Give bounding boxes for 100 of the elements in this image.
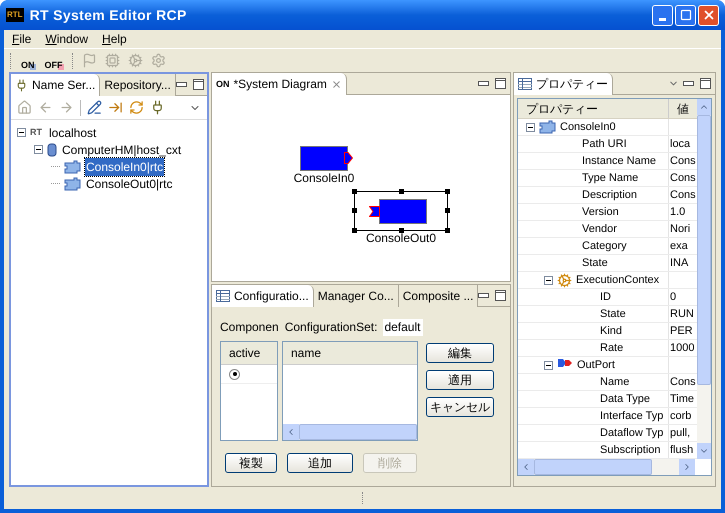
maximize-icon[interactable] xyxy=(495,290,506,301)
panel-tab[interactable]: プロパティー xyxy=(514,73,613,95)
plug-icon[interactable] xyxy=(150,100,165,115)
minimize-button[interactable] xyxy=(652,4,673,26)
property-value: Cons xyxy=(669,188,696,203)
property-name: ExecutionContex xyxy=(576,272,660,288)
window-title: RT System Editor RCP xyxy=(30,6,187,25)
property-name: ConsoleIn0 xyxy=(560,120,616,135)
property-name: Name xyxy=(600,374,630,390)
property-name: Description xyxy=(582,188,638,203)
collapse-icon[interactable] xyxy=(544,360,553,370)
dialog-button[interactable]: 複製 xyxy=(225,453,277,473)
maximize-icon[interactable] xyxy=(495,78,506,89)
stop-button[interactable]: OFF xyxy=(44,52,64,70)
property-value: RUN xyxy=(669,307,694,322)
start-button[interactable]: ON xyxy=(20,52,36,70)
property-value: Cons xyxy=(669,171,696,186)
input-port[interactable] xyxy=(369,206,380,216)
maximize-button[interactable] xyxy=(675,4,696,26)
property-name: Rate xyxy=(600,340,624,356)
minimize-icon[interactable] xyxy=(176,82,187,88)
panel-tab[interactable]: ON *System Diagram xyxy=(212,73,347,95)
panel-tab[interactable]: Manager Co... xyxy=(314,285,399,307)
property-name: Version xyxy=(582,204,619,220)
dialog-button[interactable]: 編集 xyxy=(426,343,494,363)
menu-item[interactable]: File xyxy=(12,30,32,48)
tree-item[interactable]: ConsoleOut0|rtc xyxy=(85,174,174,192)
property-value: flush xyxy=(669,443,694,458)
diagram-icon: ON xyxy=(216,80,230,88)
dialog-button[interactable]: キャンセル xyxy=(426,397,494,417)
column-header: name xyxy=(283,342,417,365)
tree-item[interactable]: ComputerHM|host_cxt xyxy=(61,140,182,158)
property-value: 0 xyxy=(669,290,676,305)
refresh-icon[interactable] xyxy=(129,100,144,115)
maximize-icon[interactable] xyxy=(192,79,204,90)
property-value: INA xyxy=(669,256,688,271)
component-label: ConsoleOut0 xyxy=(366,231,436,245)
cylinder-icon xyxy=(47,142,57,156)
collapse-icon[interactable] xyxy=(17,128,26,137)
minimize-icon[interactable] xyxy=(478,292,490,298)
property-name: State xyxy=(600,306,626,322)
property-value: pull, xyxy=(669,426,690,441)
dialog-button[interactable]: 追加 xyxy=(287,453,353,473)
collapse-icon[interactable] xyxy=(34,145,43,154)
component-label: ConsoleIn0 xyxy=(294,171,354,185)
property-value: corb xyxy=(669,409,692,424)
component-icon xyxy=(64,160,81,174)
dialog-button[interactable]: 適用 xyxy=(426,370,494,390)
close-icon[interactable] xyxy=(702,8,716,22)
vertical-scrollbar[interactable] xyxy=(697,99,711,459)
property-value: PER xyxy=(669,324,693,339)
configuration-set-label: ConfigurationSet: xyxy=(284,319,378,336)
component-icon xyxy=(539,120,556,134)
column-header: プロパティー xyxy=(518,99,669,118)
property-name: Vendor xyxy=(582,222,617,237)
property-name: Dataflow Typ xyxy=(600,426,664,441)
host-icon: RT xyxy=(30,126,44,140)
table-icon xyxy=(518,78,532,90)
menu-item[interactable]: Window xyxy=(45,30,88,48)
property-name: OutPort xyxy=(577,358,615,373)
selection-frame[interactable] xyxy=(354,191,448,231)
close-button[interactable] xyxy=(698,4,719,26)
panel-tab[interactable]: Composite ... xyxy=(398,285,478,307)
configuration-set-field[interactable]: default xyxy=(383,318,424,336)
panel-tab[interactable]: Repository... xyxy=(100,74,176,96)
property-value: 1.0 xyxy=(669,205,686,220)
collapse-icon[interactable] xyxy=(544,276,553,284)
radio-button[interactable] xyxy=(229,368,240,380)
property-name: ID xyxy=(600,290,611,305)
property-name: Type Name xyxy=(582,170,638,186)
property-name: Interface Typ xyxy=(600,408,664,424)
collapse-icon[interactable] xyxy=(526,122,535,132)
maximize-icon[interactable] xyxy=(700,78,711,89)
tree-item[interactable]: localhost xyxy=(48,124,98,142)
property-name: State xyxy=(582,256,608,271)
property-name: Path URI xyxy=(582,136,627,152)
column-header: 値 xyxy=(676,100,690,118)
panel-tab[interactable]: Configuratio... xyxy=(212,285,314,307)
connect-icon[interactable] xyxy=(108,100,123,115)
tree-item[interactable]: ConsoleIn0|rtc xyxy=(85,158,164,176)
horizontal-scrollbar[interactable] xyxy=(518,459,695,475)
close-icon[interactable] xyxy=(330,78,342,90)
output-port[interactable] xyxy=(344,152,353,164)
gear-icon xyxy=(557,272,572,288)
minimize-icon[interactable] xyxy=(478,80,489,86)
property-name: Instance Name xyxy=(582,154,656,169)
property-value: 1000 xyxy=(669,341,694,356)
minimize-icon[interactable] xyxy=(683,80,694,86)
property-value: Cons xyxy=(669,154,696,169)
horizontal-scrollbar[interactable] xyxy=(283,424,417,440)
menu-item[interactable]: Help xyxy=(102,30,127,48)
component-icon xyxy=(64,176,81,190)
panel-tab[interactable]: Name Ser... xyxy=(11,74,100,96)
property-value: Time xyxy=(669,392,694,407)
component-label: Componen xyxy=(220,319,279,336)
property-value: Cons xyxy=(669,375,696,390)
property-value: exa xyxy=(669,239,688,254)
column-header: active xyxy=(221,342,277,365)
property-name: Subscription xyxy=(600,442,661,458)
edit-icon[interactable] xyxy=(87,100,102,115)
